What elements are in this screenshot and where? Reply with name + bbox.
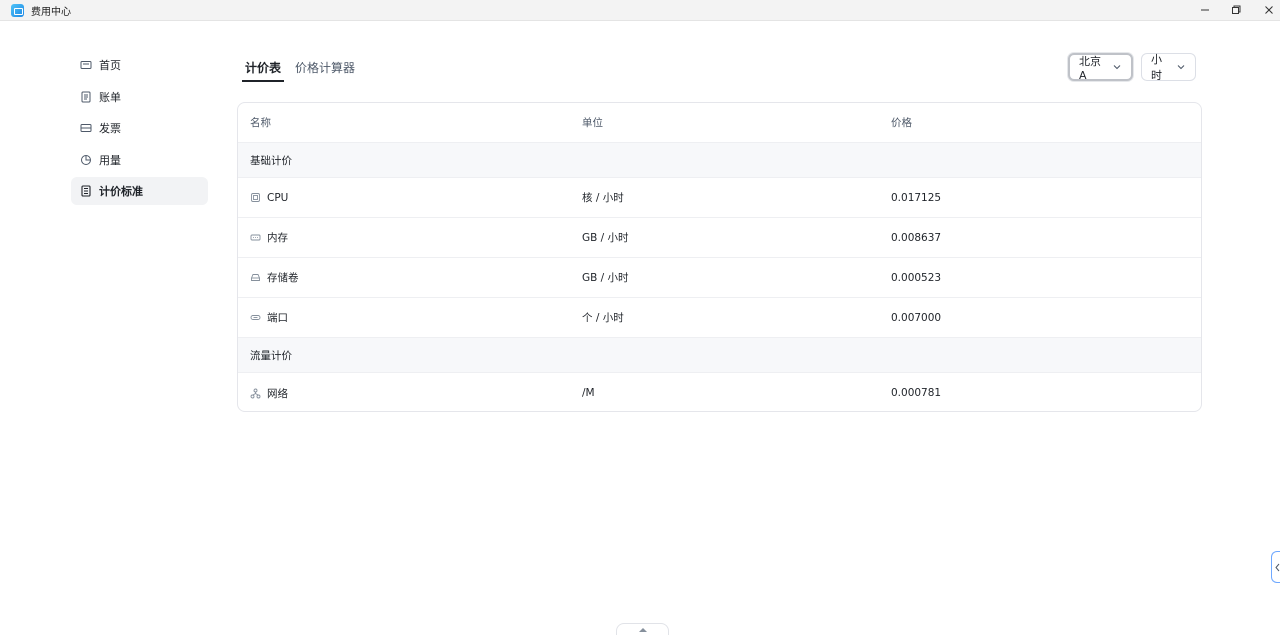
sidebar-item-label: 用量: [99, 153, 121, 167]
invoice-icon: [80, 122, 92, 134]
row-price: 0.017125: [891, 191, 942, 204]
storage-icon: [250, 272, 261, 283]
sidebar-item-label: 计价标准: [99, 185, 143, 198]
sidebar-item-invoice[interactable]: 发票: [71, 114, 208, 142]
sidebar-item-label: 账单: [99, 90, 121, 104]
sidebar-item-pricing[interactable]: 计价标准: [71, 177, 208, 205]
port-icon: [250, 312, 261, 323]
restore-icon[interactable]: [1228, 2, 1244, 18]
home-icon: [80, 59, 92, 71]
row-price: 0.007000: [891, 311, 942, 324]
sidebar-item-usage[interactable]: 用量: [71, 146, 208, 174]
row-unit: GB / 小时: [582, 232, 629, 244]
pricing-table: 名称 单位 价格 基础计价 CPU 核 / 小时 0.017125 内存 GB …: [237, 102, 1202, 412]
region-select[interactable]: 北京A: [1068, 53, 1133, 82]
table-row: 存储卷 GB / 小时 0.000523: [238, 258, 1201, 298]
pricing-icon: [80, 185, 92, 197]
table-header: 名称 单位 价格: [238, 103, 1201, 143]
memory-icon: [250, 232, 261, 243]
row-name: 存储卷: [267, 272, 299, 284]
row-name-cell: 存储卷: [250, 270, 299, 285]
tab-price-calculator[interactable]: 价格计算器: [292, 56, 358, 82]
row-unit: GB / 小时: [582, 272, 629, 284]
column-header-unit: 单位: [582, 117, 603, 129]
group-row-traffic: 流量计价: [238, 338, 1201, 373]
table-row: 内存 GB / 小时 0.008637: [238, 218, 1201, 258]
row-name-cell: CPU: [250, 192, 288, 204]
sidebar-nav: 首页 账单 发票 用量 计价标准: [71, 51, 208, 209]
close-icon[interactable]: [1261, 2, 1277, 18]
row-unit: 核 / 小时: [582, 192, 624, 204]
row-name-cell: 内存: [250, 230, 288, 245]
sidebar-item-bill[interactable]: 账单: [71, 83, 208, 111]
tab-bar: 计价表 价格计算器: [242, 56, 366, 82]
chevron-up-icon: [638, 627, 648, 635]
row-unit: /M: [582, 387, 595, 399]
row-price: 0.008637: [891, 231, 942, 244]
sidebar-item-home[interactable]: 首页: [71, 51, 208, 79]
chevron-left-icon: [1274, 563, 1280, 572]
bill-icon: [80, 91, 92, 103]
row-unit: 个 / 小时: [582, 312, 624, 324]
table-row: CPU 核 / 小时 0.017125: [238, 178, 1201, 218]
row-name: 内存: [267, 232, 288, 244]
column-header-name: 名称: [250, 117, 271, 129]
sidebar-item-label: 发票: [99, 122, 121, 135]
bottom-panel-toggle[interactable]: [616, 623, 669, 635]
table-row: 网络 /M 0.000781: [238, 373, 1201, 411]
app-icon: [11, 4, 24, 17]
chevron-down-icon: [1112, 62, 1122, 72]
title-bar: 费用中心: [0, 0, 1280, 21]
side-panel-toggle[interactable]: [1271, 551, 1280, 583]
usage-icon: [80, 154, 92, 166]
tab-price-table[interactable]: 计价表: [242, 56, 285, 82]
row-name-cell: 端口: [250, 310, 288, 325]
row-price: 0.000781: [891, 387, 942, 399]
row-price: 0.000523: [891, 271, 942, 284]
period-select[interactable]: 小时: [1141, 53, 1196, 82]
period-select-value: 小时: [1151, 53, 1162, 82]
cpu-icon: [250, 192, 261, 203]
row-name: CPU: [267, 191, 289, 204]
chevron-down-icon: [1176, 62, 1186, 72]
window-title: 费用中心: [31, 7, 71, 18]
sidebar-item-label: 首页: [99, 59, 121, 72]
row-name-cell: 网络: [250, 386, 288, 401]
column-header-price: 价格: [891, 117, 912, 129]
network-icon: [250, 388, 261, 399]
minimize-icon[interactable]: [1197, 2, 1213, 18]
group-row-basic: 基础计价: [238, 143, 1201, 178]
row-name: 端口: [267, 312, 288, 324]
table-row: 端口 个 / 小时 0.007000: [238, 298, 1201, 338]
group-title: 流量计价: [250, 349, 292, 362]
region-select-value: 北京A: [1079, 54, 1101, 82]
group-title: 基础计价: [250, 154, 292, 167]
row-name: 网络: [267, 387, 288, 400]
